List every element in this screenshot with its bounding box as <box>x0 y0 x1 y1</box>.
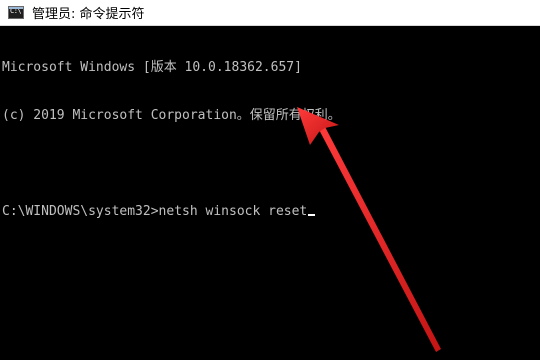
command-prompt-window: C:\ 管理员: 命令提示符 Microsoft Windows [版本 10.… <box>0 0 540 360</box>
title-bar[interactable]: C:\ 管理员: 命令提示符 <box>0 0 540 26</box>
typed-command[interactable]: netsh winsock reset <box>159 204 308 219</box>
command-line[interactable]: C:\WINDOWS\system32>netsh winsock reset <box>2 204 540 220</box>
prompt-path: C:\WINDOWS\system32> <box>2 204 159 219</box>
cmd-icon: C:\ <box>8 6 24 19</box>
console-output[interactable]: Microsoft Windows [版本 10.0.18362.657] (c… <box>0 26 540 360</box>
cmd-icon-glyph: C:\ <box>10 7 22 15</box>
text-cursor <box>308 214 316 216</box>
window-title: 管理员: 命令提示符 <box>32 7 145 22</box>
version-line: Microsoft Windows [版本 10.0.18362.657] <box>2 60 302 75</box>
copyright-line: (c) 2019 Microsoft Corporation。保留所有权利。 <box>2 108 341 123</box>
